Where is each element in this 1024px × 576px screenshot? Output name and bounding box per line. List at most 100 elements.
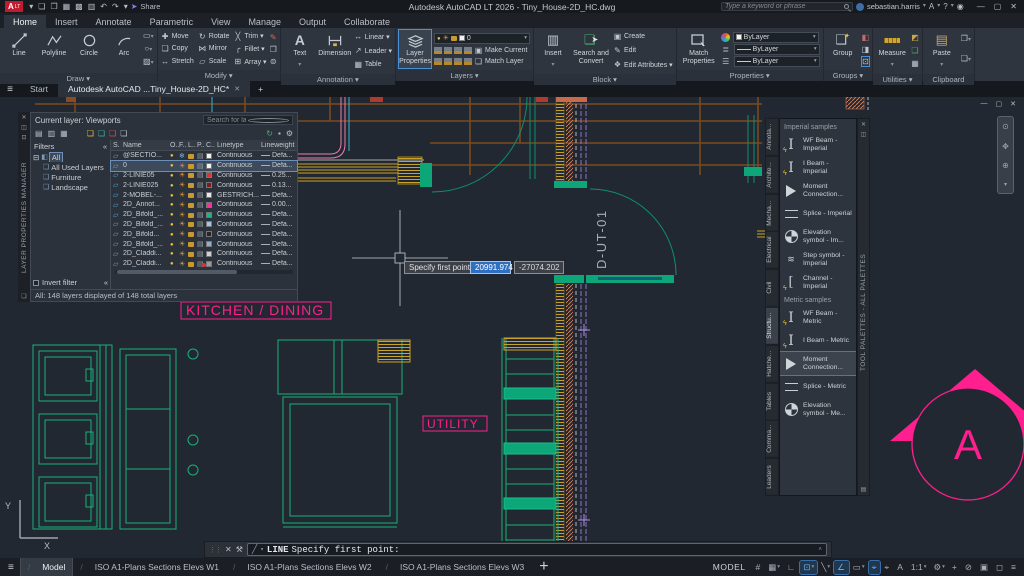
tool-item[interactable]: Channel - Imperial: [780, 271, 856, 294]
layer-row[interactable]: 2-LINIE025 Continuous 0.13...: [111, 180, 297, 190]
layer-tool-icon[interactable]: [464, 47, 472, 54]
layer-lock-icon[interactable]: [188, 193, 194, 198]
panel-label-block[interactable]: Block ▾: [534, 74, 676, 85]
annotation-visibility-icon[interactable]: A: [894, 561, 907, 573]
notification-icon[interactable]: ◉: [957, 0, 964, 13]
isodraft-icon[interactable]: ▭▾: [850, 561, 868, 574]
layer-freeze-icon[interactable]: [179, 211, 188, 219]
tool-item[interactable]: WF Beam - Imperial: [780, 133, 856, 156]
modify-button[interactable]: ▱Scale: [198, 55, 230, 68]
modify-button[interactable]: ✚Move: [161, 30, 194, 43]
pan-icon[interactable]: ✥: [1002, 142, 1009, 151]
text-button[interactable]: A Text ▾: [284, 30, 316, 72]
layer-freeze-icon[interactable]: [179, 220, 188, 228]
layer-lineweight[interactable]: Defa...: [261, 152, 297, 159]
layer-row[interactable]: 2D_Bifold_... Continuous Defa...: [111, 210, 297, 220]
layer-search-input[interactable]: Search for layer: [203, 115, 293, 125]
panel-label-annotation[interactable]: Annotation ▾: [281, 74, 395, 85]
match-properties-button[interactable]: Match Properties: [680, 30, 718, 68]
plot-icon[interactable]: ▥: [88, 0, 96, 13]
undo-icon[interactable]: ↶: [100, 0, 107, 13]
command-input[interactable]: ╱ ▾ LINE Specify first point: ˄: [247, 543, 827, 556]
linetype-list-icon[interactable]: ☰: [721, 57, 731, 66]
dynamic-input-y-field[interactable]: -27074.202: [514, 261, 564, 274]
ribbon-tab[interactable]: Insert: [46, 15, 87, 28]
block-button[interactable]: ✎Edit: [613, 44, 673, 58]
layer-lock-icon[interactable]: [188, 154, 194, 159]
search-convert-button[interactable]: ❏➤ Search and Convert: [572, 30, 610, 72]
ellipse-icon[interactable]: ○▾: [143, 44, 154, 57]
layer-plot-icon[interactable]: [197, 230, 206, 238]
layer-color-swatch[interactable]: [206, 212, 212, 218]
layer-plot-icon[interactable]: [197, 191, 206, 199]
insert-button[interactable]: ▥ Insert ▾: [537, 30, 569, 72]
layer-list-scrollbar[interactable]: [115, 270, 293, 274]
layer-tool-icon[interactable]: [444, 58, 452, 65]
layer-linetype[interactable]: Continuous: [217, 182, 261, 189]
layer-freeze-icon[interactable]: [179, 162, 188, 170]
layer-linetype[interactable]: GESTRICH...: [217, 192, 261, 199]
layer-lineweight[interactable]: Defa...: [261, 221, 297, 228]
layer-lock-icon[interactable]: [188, 173, 194, 178]
make-current-button[interactable]: ▣Make Current: [474, 46, 527, 55]
layer-freeze-icon[interactable]: [179, 171, 188, 179]
panel-label-modify[interactable]: Modify ▾: [158, 70, 280, 81]
layer-lock-icon[interactable]: [188, 262, 194, 267]
tool-palette-tab[interactable]: Leaders: [765, 458, 779, 496]
layer-lock-icon[interactable]: [188, 203, 194, 208]
command-close-icon[interactable]: ✕: [225, 545, 232, 554]
new-layer-icon[interactable]: ❏: [87, 129, 94, 138]
layer-linetype[interactable]: Continuous: [217, 241, 261, 248]
tool-palette-tab[interactable]: Annota...: [765, 118, 779, 156]
layer-color-swatch[interactable]: [206, 251, 212, 257]
tool-item[interactable]: Moment Connection...: [780, 352, 856, 375]
filter-tree-item[interactable]: ❏All Used Layers: [31, 162, 110, 172]
autodesk-account-icon[interactable]: A: [929, 0, 934, 13]
layout-tab[interactable]: Model: [20, 558, 74, 576]
palette-close-icon[interactable]: ✕: [861, 121, 866, 128]
explode-icon[interactable]: ❐: [270, 45, 277, 54]
modify-button[interactable]: ❏Copy: [161, 43, 194, 56]
snap-mode-icon[interactable]: ▦▾: [765, 561, 783, 574]
layer-lock-icon[interactable]: [188, 183, 194, 188]
layer-on-icon[interactable]: [170, 211, 179, 218]
palette-properties-icon[interactable]: ▤: [861, 486, 867, 493]
layer-freeze-icon[interactable]: [179, 152, 188, 160]
hatch-icon[interactable]: ▨▾: [143, 57, 154, 70]
ribbon-tab[interactable]: View: [202, 15, 239, 28]
dimension-button[interactable]: Dimension: [319, 30, 351, 72]
help-dropdown-icon[interactable]: ▾: [951, 0, 954, 13]
crosshair-toggle-icon[interactable]: +: [949, 561, 961, 573]
layer-lineweight[interactable]: Defa...: [261, 250, 297, 257]
layer-lock-icon[interactable]: [188, 213, 194, 218]
layout-tab[interactable]: ISO A1-Plans Sections Elevs W2: [226, 558, 379, 576]
modify-button[interactable]: ╭Fillet ▾: [233, 43, 266, 56]
ribbon-tab[interactable]: Manage: [239, 15, 290, 28]
layer-row[interactable]: 2D_Annot... Continuous 0.00...: [111, 200, 297, 210]
modify-button[interactable]: ⊞Array ▾: [233, 55, 266, 68]
tool-palette-tab[interactable]: Tables: [765, 383, 779, 421]
layer-color-swatch[interactable]: [206, 182, 212, 188]
layer-plot-icon[interactable]: [197, 220, 206, 228]
layer-freeze-icon[interactable]: [179, 240, 188, 248]
file-tab-menu-icon[interactable]: ≡: [0, 81, 20, 97]
measure-button[interactable]: Measure ▾: [876, 30, 908, 72]
doc-restore-icon[interactable]: ▢: [996, 100, 1003, 108]
layer-row[interactable]: 2D_Claddi... Continuous Defa...: [111, 249, 297, 259]
menu-down-icon[interactable]: ▾: [29, 0, 33, 13]
layer-row[interactable]: @SECTIO... Continuous Defa...: [111, 151, 297, 161]
annotation-scale[interactable]: 1:1▾: [908, 561, 930, 573]
circle-button[interactable]: Circle: [73, 30, 105, 71]
doc-close-icon[interactable]: ✕: [1010, 100, 1016, 108]
grid-icon[interactable]: #: [753, 561, 765, 573]
ortho-icon[interactable]: ∟: [784, 561, 799, 573]
layer-lineweight[interactable]: 0.13...: [261, 182, 297, 189]
layer-lock-icon[interactable]: [188, 222, 194, 227]
tool-item[interactable]: I Beam - Metric: [780, 329, 856, 352]
line-button[interactable]: Line: [3, 30, 35, 71]
delete-layer-icon[interactable]: ❏: [109, 129, 116, 138]
panel-label-layers[interactable]: Layers ▾: [396, 70, 533, 81]
layer-on-icon[interactable]: [170, 162, 179, 169]
layer-lineweight[interactable]: Defa...: [261, 192, 297, 199]
offset-icon[interactable]: ⊜: [270, 57, 277, 66]
